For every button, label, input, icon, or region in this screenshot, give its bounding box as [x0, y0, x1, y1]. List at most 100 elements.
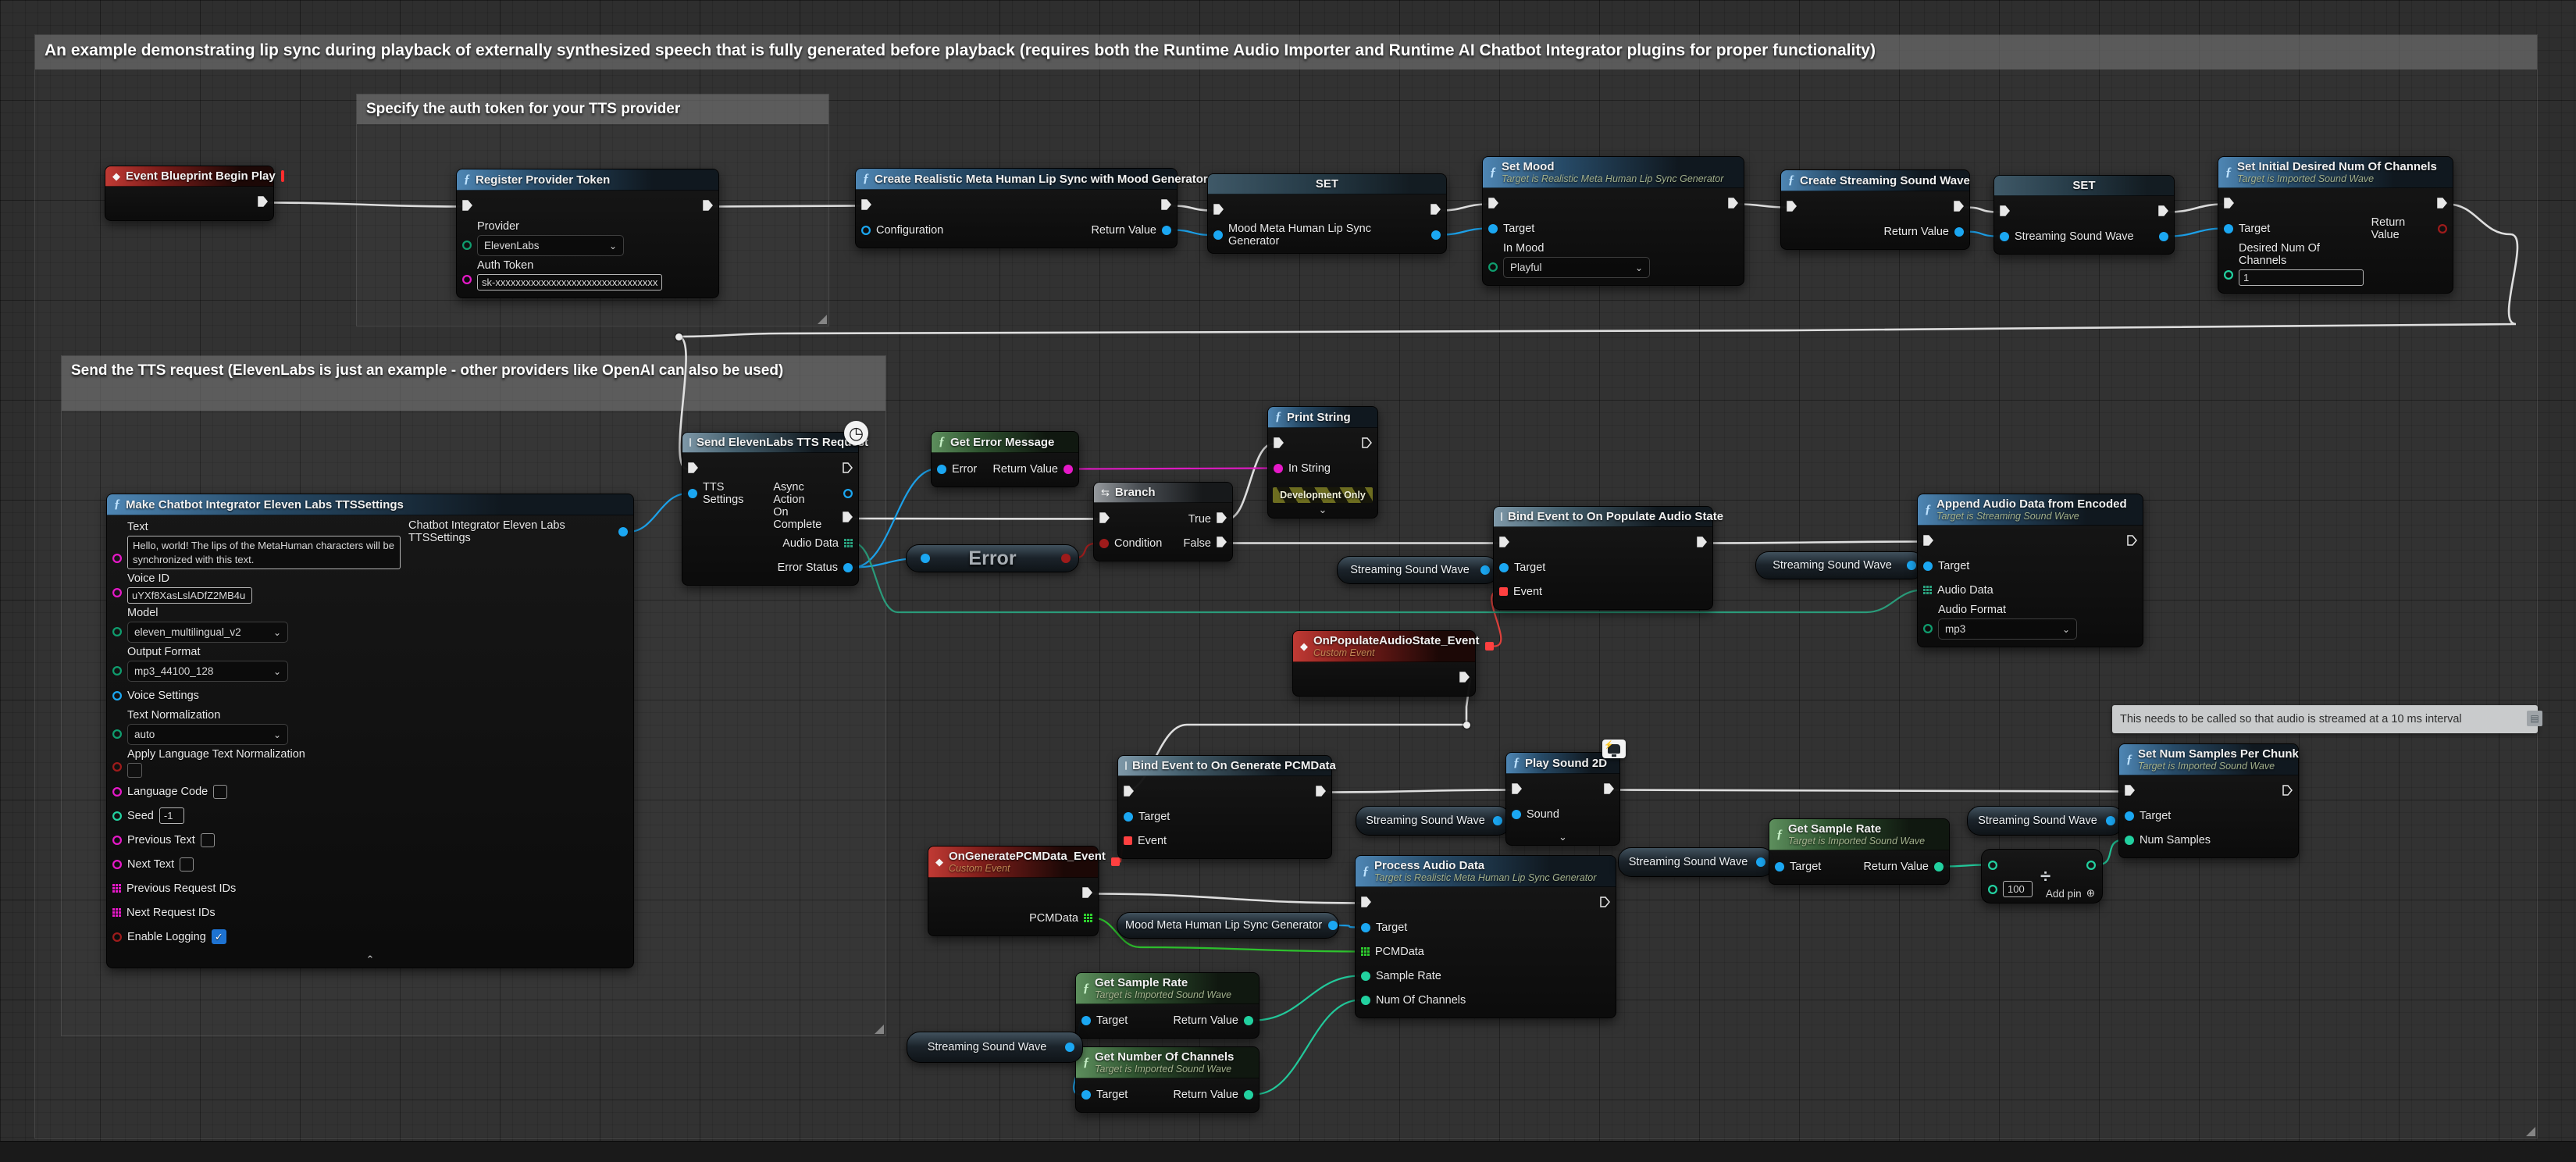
pin-label[interactable]: Sample Rate — [1376, 970, 1441, 982]
node-subtitle[interactable]: Custom Event — [1313, 647, 1480, 658]
data-pin-icon[interactable] — [462, 275, 472, 284]
data-pin-icon[interactable] — [2224, 270, 2233, 280]
data-pin-icon[interactable] — [112, 627, 122, 636]
dropdown[interactable]: eleven_multilingual_v2⌄ — [127, 622, 288, 643]
divide-icon[interactable]: ÷ — [2040, 866, 2050, 888]
pin-label[interactable]: Model — [127, 607, 288, 619]
pin-row[interactable] — [1124, 780, 1134, 804]
data-pin-icon[interactable] — [1061, 554, 1071, 563]
pin-label[interactable]: Target — [1503, 223, 1534, 235]
comment-title-bar[interactable]: An example demonstrating lip sync during… — [35, 35, 2537, 70]
data-pin-icon[interactable] — [2106, 816, 2115, 825]
event-override-badge[interactable] — [281, 170, 284, 182]
pin-row[interactable] — [1488, 192, 1498, 216]
node-header[interactable]: Bind Event to On Generate PCMData — [1118, 756, 1331, 776]
pin-row[interactable] — [1431, 198, 1441, 223]
pin-label[interactable]: Output Format — [127, 646, 288, 658]
exec-pin-icon[interactable] — [1697, 536, 1707, 551]
data-pin-icon[interactable] — [1499, 563, 1509, 572]
pin-row[interactable] — [703, 194, 713, 219]
data-pin-icon[interactable] — [1065, 1043, 1074, 1052]
node-title[interactable]: Get Sample Rate — [1788, 822, 1925, 836]
function-icon[interactable]: ƒ — [1275, 410, 1281, 424]
node-title[interactable]: Append Audio Data from Encoded — [1936, 497, 2127, 511]
pin-row[interactable] — [1604, 778, 1614, 802]
node-header[interactable]: ◆Event Blueprint Begin Play — [105, 166, 273, 187]
node-title[interactable]: SET — [1316, 177, 1338, 191]
exec-pin-icon[interactable] — [1217, 536, 1227, 551]
bottom-scroll-band[interactable] — [0, 1141, 2576, 1162]
text-input[interactable] — [201, 833, 215, 847]
pin-label[interactable]: Num Samples — [2140, 834, 2211, 847]
text-input[interactable]: -1 — [159, 807, 184, 824]
node-title[interactable]: Get Sample Rate — [1095, 976, 1231, 989]
pin-label[interactable]: Chatbot Integrator Eleven Labs TTSSettin… — [408, 519, 613, 544]
async-task-icon[interactable] — [1125, 761, 1127, 770]
node-title[interactable]: Create Streaming Sound Wave — [1800, 174, 1970, 187]
data-pin-icon[interactable] — [2159, 232, 2168, 241]
pin-label[interactable]: In Mood — [1503, 242, 1650, 255]
pin-row[interactable]: Return Value — [1883, 219, 1964, 244]
node-title[interactable]: Set Initial Desired Num Of Channels — [2237, 160, 2437, 173]
node-subtitle[interactable]: Target is Realistic Meta Human Lip Sync … — [1502, 173, 1723, 184]
pin-row[interactable]: PCMData — [1361, 939, 1424, 964]
event-icon[interactable]: ◆ — [1300, 640, 1308, 653]
blueprint-graph-canvas[interactable]: An example demonstrating lip sync during… — [0, 0, 2576, 1162]
event-icon[interactable]: ◆ — [112, 170, 120, 183]
async-task-icon[interactable] — [1501, 512, 1502, 521]
data-pin-icon[interactable] — [1064, 465, 1073, 474]
dropdown[interactable]: ElevenLabs⌄ — [477, 235, 624, 256]
pin-row[interactable]: Error Status — [778, 555, 853, 579]
pin-row[interactable]: Next Request IDs — [112, 900, 216, 925]
node-header[interactable]: ƒGet Sample RateTarget is Imported Sound… — [1769, 819, 1949, 850]
comment-resize-handle[interactable] — [875, 1025, 884, 1034]
node-header[interactable]: ƒSet Initial Desired Num Of ChannelsTarg… — [2218, 157, 2453, 188]
pin-row[interactable] — [462, 194, 472, 219]
graph-note-bubble[interactable]: This needs to be called so that audio is… — [2112, 705, 2538, 733]
array-pin-icon[interactable] — [1923, 586, 1932, 594]
pin-label[interactable]: Target — [1096, 1014, 1128, 1027]
exec-pin-icon[interactable] — [1362, 437, 1372, 451]
exec-pin-icon[interactable] — [1512, 783, 1522, 797]
exec-pin-icon[interactable] — [1431, 204, 1441, 218]
pin-row[interactable]: Return Value — [1173, 1082, 1253, 1107]
pin-row[interactable]: Target — [1499, 555, 1545, 579]
data-pin-icon[interactable] — [2438, 224, 2447, 233]
data-pin-icon[interactable] — [1328, 921, 1338, 930]
data-pin-icon[interactable] — [112, 554, 122, 563]
exec-pin-icon[interactable] — [861, 199, 871, 213]
pin-row[interactable] — [1728, 192, 1738, 216]
pin-row[interactable]: Return Value — [1863, 854, 1944, 879]
node-bind2[interactable]: Bind Event to On Generate PCMDataTargetE… — [1117, 755, 1332, 859]
function-icon[interactable]: ƒ — [2126, 753, 2132, 767]
pin-row[interactable] — [1512, 778, 1522, 802]
dropdown[interactable]: mp3_44100_128⌄ — [127, 661, 288, 682]
note-icon[interactable]: ▤ — [2527, 711, 2542, 726]
data-pin-icon[interactable] — [112, 666, 122, 675]
node-play[interactable]: ƒPlay Sound 2D⚡Sound⌄ — [1505, 752, 1620, 846]
pin-label[interactable]: Error — [952, 463, 977, 476]
delegate-pin-icon[interactable] — [1124, 836, 1132, 845]
exec-pin-icon[interactable] — [1488, 198, 1498, 212]
pin-row[interactable]: Target — [1124, 804, 1170, 829]
exec-pin-icon[interactable] — [1954, 201, 1964, 215]
pin-label[interactable]: Audio Format — [1938, 604, 2077, 616]
data-pin-icon[interactable] — [1213, 230, 1223, 240]
pin-row[interactable]: Audio Data — [1923, 578, 1993, 602]
comment-title-bar[interactable]: Send the TTS request (ElevenLabs is just… — [62, 356, 885, 411]
exec-pin-icon[interactable] — [2282, 785, 2293, 799]
pin-row[interactable]: True — [1188, 507, 1227, 531]
pin-label[interactable]: Return Value — [1173, 1014, 1238, 1027]
pin-label[interactable]: Event — [1513, 586, 1542, 598]
pin-label[interactable]: Return Value — [1173, 1089, 1238, 1101]
pin-row[interactable]: Sound — [1512, 802, 1559, 826]
node-errPill[interactable]: Error — [906, 544, 1079, 572]
pin-label[interactable]: Auth Token — [477, 259, 662, 272]
variable-pill-label[interactable]: Streaming Sound Wave — [1626, 856, 1750, 868]
pin-label[interactable]: Async Action — [773, 481, 838, 506]
pin-row[interactable]: Target — [2125, 804, 2171, 828]
node-title[interactable]: Bind Event to On Populate Audio State — [1508, 510, 1723, 523]
pin-row[interactable]: Enable Logging✓ — [112, 925, 226, 949]
pin-row[interactable] — [1923, 529, 1933, 554]
pin-row[interactable] — [258, 191, 268, 215]
